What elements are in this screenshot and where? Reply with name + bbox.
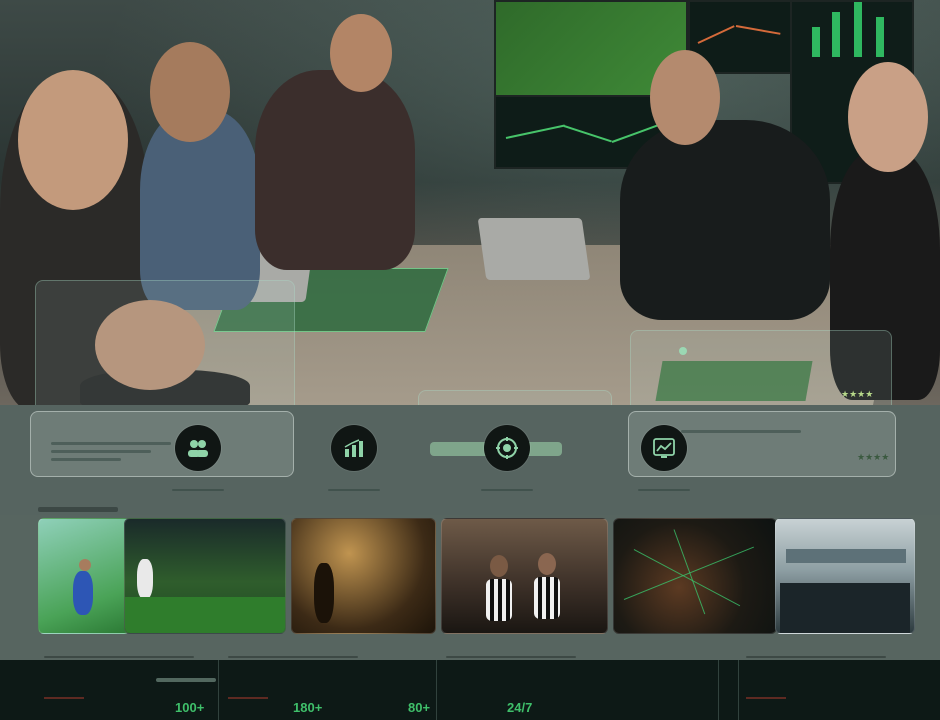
- overlay-panel: [418, 390, 612, 405]
- case-description: [44, 656, 194, 658]
- laptop: [477, 218, 591, 280]
- stat-underline: [228, 697, 268, 699]
- stat-value-projects: 180+: [293, 700, 323, 715]
- stat-value-support: 24/7: [507, 700, 533, 715]
- person: [255, 70, 415, 270]
- case-description: [446, 656, 576, 658]
- overlay-panel: ★★★★: [630, 330, 892, 405]
- overlay-panel: [35, 280, 295, 405]
- team-icon: [175, 425, 221, 471]
- feature-analytics[interactable]: [294, 425, 414, 491]
- feature-dashboard[interactable]: [604, 425, 724, 491]
- bar-chart-icon: [331, 425, 377, 471]
- case-description: [746, 656, 886, 658]
- case-thumbnail-soccer[interactable]: [38, 518, 130, 634]
- stats-heading: [156, 678, 216, 682]
- features-section: ★★★★: [0, 405, 940, 515]
- stat-underline: [746, 697, 786, 699]
- feature-team[interactable]: [138, 425, 258, 491]
- person: [620, 120, 830, 320]
- stats-footer: [0, 660, 940, 720]
- stat-underline: [44, 697, 84, 699]
- case-thumbnail-data-viz[interactable]: [613, 518, 777, 634]
- case-thumbnail-team[interactable]: [441, 518, 608, 634]
- rating-stars: ★★★★: [857, 452, 890, 462]
- hero-photo: ★★★★: [0, 0, 940, 405]
- section-heading: [38, 507, 118, 512]
- stat-value-clients: 100+: [175, 700, 205, 715]
- case-description: [228, 656, 358, 658]
- feature-strategy[interactable]: [447, 425, 567, 491]
- case-thumbnail-night-match[interactable]: [124, 518, 286, 634]
- target-icon: [484, 425, 530, 471]
- rating-stars: ★★★★: [841, 389, 874, 399]
- dashboard-chart-icon: [641, 425, 687, 471]
- stat-value-analysts: 80+: [408, 700, 431, 715]
- case-thumbnail-stadium[interactable]: [291, 518, 436, 634]
- case-thumbnail-control-room[interactable]: [775, 518, 915, 634]
